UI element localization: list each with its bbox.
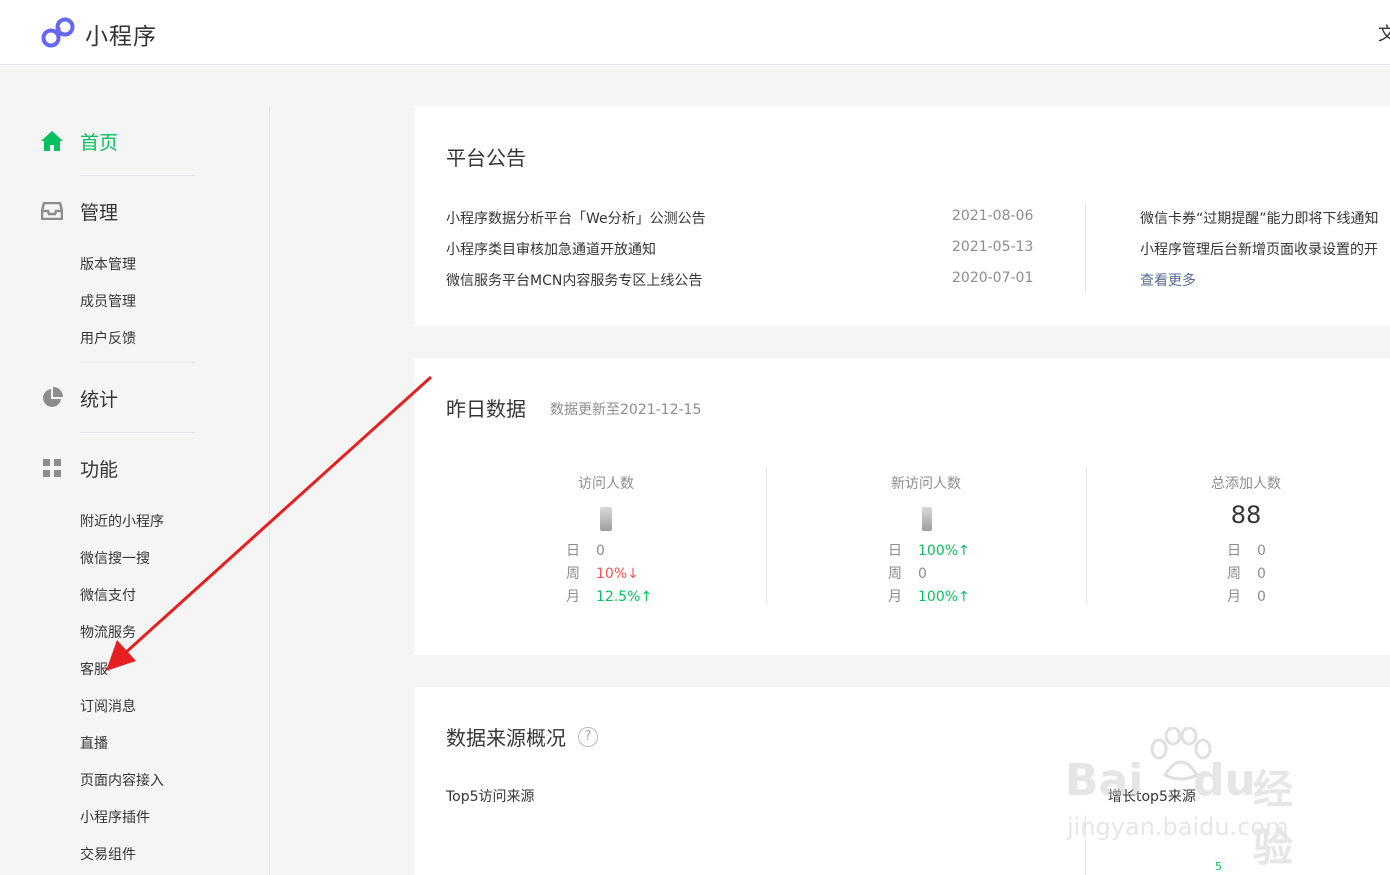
annotation-arrow	[106, 375, 433, 671]
